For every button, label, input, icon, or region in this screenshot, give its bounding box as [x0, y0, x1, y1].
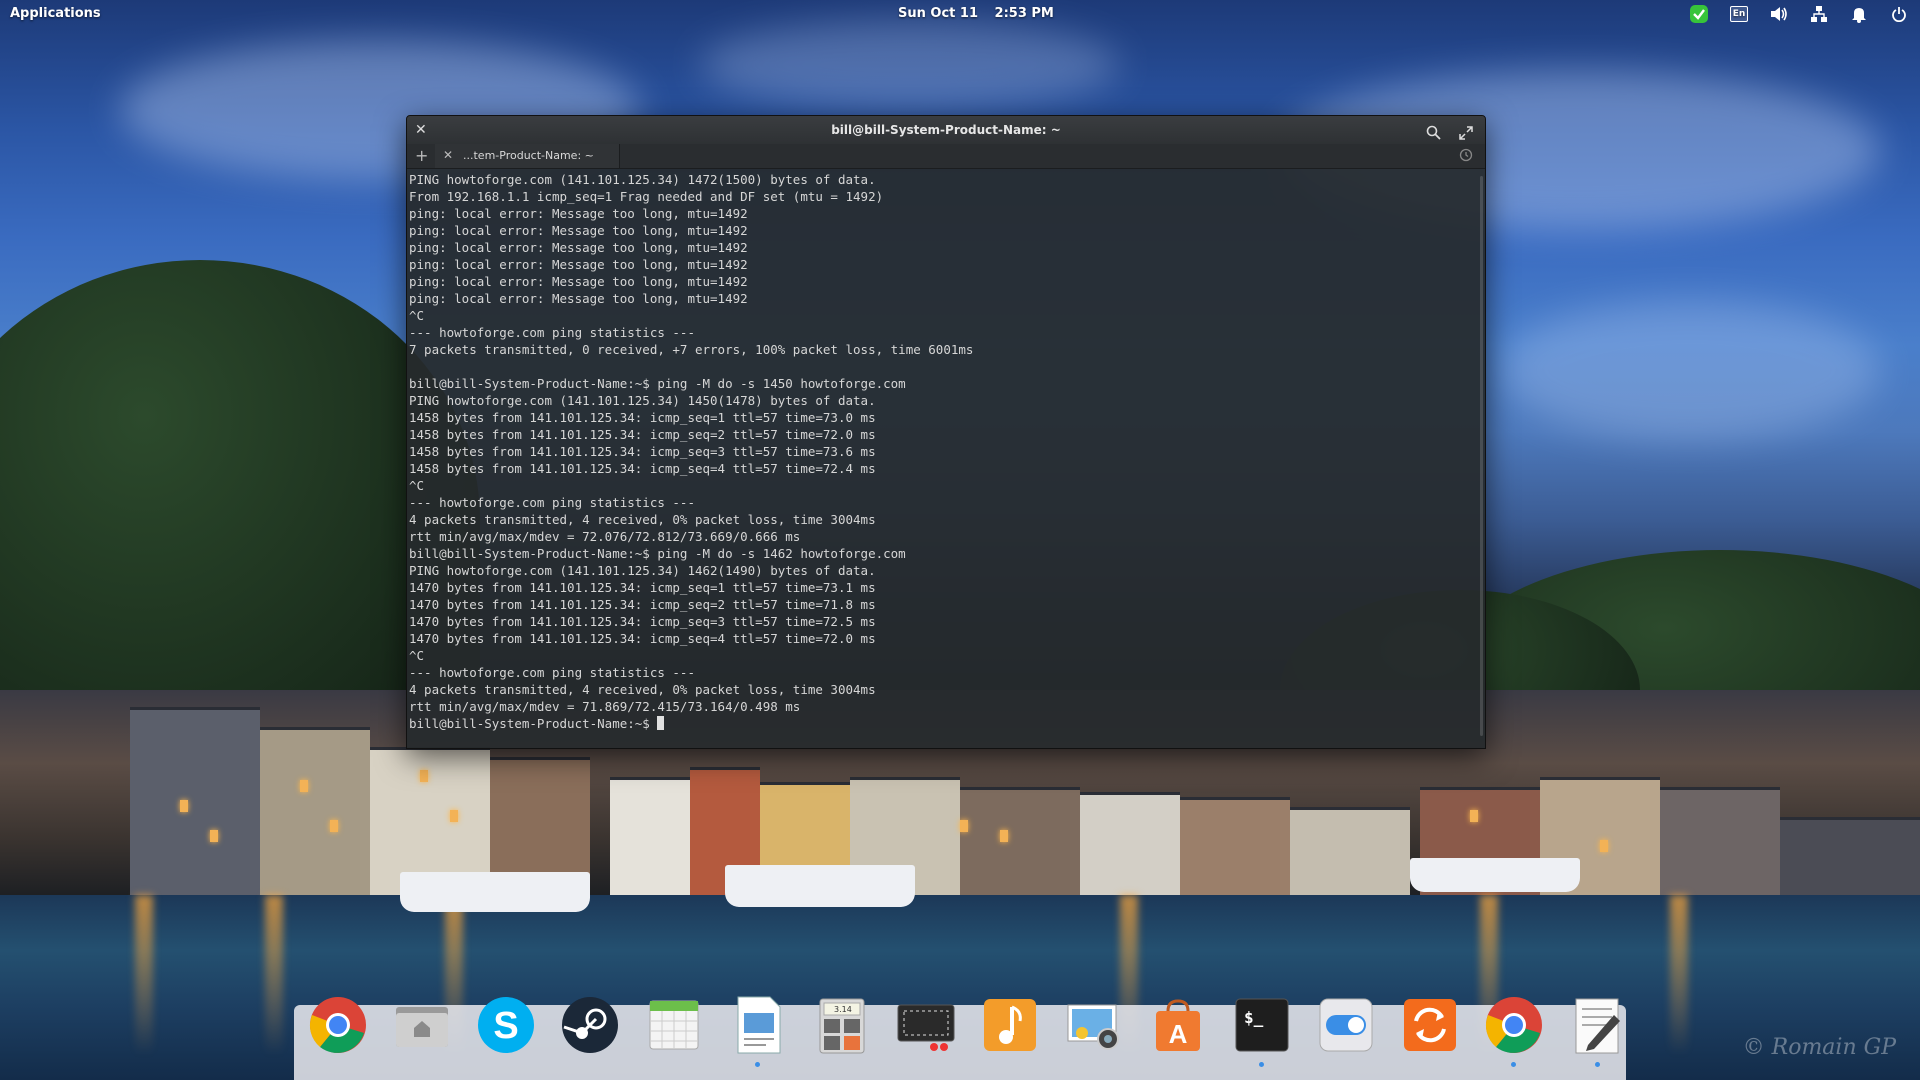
steam-icon: [562, 997, 618, 1053]
building: [130, 707, 260, 900]
window-light: [210, 830, 218, 842]
volume-icon[interactable]: [1768, 4, 1790, 24]
dock-item-music[interactable]: [978, 993, 1042, 1063]
building: [1780, 817, 1920, 900]
desktop: © Romain GP Applications Sun Oct 11 2:53…: [0, 0, 1920, 1080]
dock-item-switchboard[interactable]: [1314, 993, 1378, 1063]
building: [260, 727, 370, 900]
close-window-button[interactable]: ✕: [415, 116, 427, 144]
window-light: [450, 810, 458, 822]
dock-item-software-update[interactable]: [1398, 993, 1462, 1063]
svg-text:$_: $_: [1244, 1008, 1264, 1027]
window-light: [420, 770, 428, 782]
calculator-display: 3.14: [834, 1005, 852, 1014]
building: [610, 777, 690, 900]
building: [1180, 797, 1290, 900]
boat: [400, 872, 590, 912]
dock-item-chrome[interactable]: [306, 993, 370, 1063]
window-light: [1600, 840, 1608, 852]
network-icon[interactable]: [1808, 4, 1830, 24]
terminal-prompt: bill@bill-System-Product-Name:~$: [409, 716, 658, 731]
clock[interactable]: Sun Oct 11 2:53 PM: [898, 6, 1054, 21]
svg-text:S: S: [493, 1005, 518, 1047]
terminal-cursor: [657, 716, 665, 730]
chrome-icon: [1485, 997, 1542, 1053]
terminal-window[interactable]: ✕ bill@bill-System-Product-Name: ~ + ✕ .…: [406, 115, 1486, 749]
dock-item-calendar[interactable]: [642, 993, 706, 1063]
applications-menu[interactable]: Applications: [10, 6, 101, 21]
chrome-icon: [309, 997, 366, 1053]
window-light: [330, 820, 338, 832]
wallpaper-cloud: [1500, 300, 1880, 440]
power-icon[interactable]: [1888, 4, 1910, 24]
tab-bar: + ✕ ...tem-Product-Name: ~: [407, 144, 1485, 169]
dock-item-terminal[interactable]: $_: [1230, 993, 1294, 1067]
boat: [1410, 858, 1580, 892]
screenshot-icon: [897, 1004, 955, 1051]
photos-icon: [1067, 1004, 1119, 1050]
svg-text:A: A: [1169, 1019, 1188, 1049]
dock-item-screenshot[interactable]: [894, 993, 958, 1063]
running-indicator: [1259, 1062, 1264, 1067]
clock-date: Sun Oct 11: [898, 6, 978, 21]
terminal-scrollbar[interactable]: [1480, 176, 1483, 736]
terminal-tab[interactable]: ✕ ...tem-Product-Name: ~: [435, 144, 620, 168]
building: [1290, 807, 1410, 900]
files-icon: [396, 1007, 448, 1047]
light-reflection: [1670, 895, 1688, 1055]
app-center-icon: A: [1156, 999, 1200, 1051]
dock-item-app-center[interactable]: A: [1146, 993, 1210, 1063]
wallpaper-signature: © Romain GP: [1742, 1035, 1896, 1060]
building: [1080, 792, 1180, 900]
window-light: [1000, 830, 1008, 842]
window-titlebar[interactable]: ✕ bill@bill-System-Product-Name: ~: [407, 116, 1485, 144]
dock: S 3.14 A $_: [294, 996, 1626, 1080]
building: [1660, 787, 1780, 900]
dock-item-skype[interactable]: S: [474, 993, 538, 1063]
terminal-output-text: PING howtoforge.com (141.101.125.34) 147…: [409, 172, 974, 714]
window-title: bill@bill-System-Product-Name: ~: [831, 123, 1061, 137]
history-icon[interactable]: [1459, 148, 1473, 165]
wallpaper-cloud: [700, 20, 1120, 110]
running-indicator: [1511, 1062, 1516, 1067]
document-viewer-icon: [737, 996, 781, 1054]
new-tab-button[interactable]: +: [415, 146, 428, 165]
text-editor-icon: [1575, 998, 1620, 1054]
close-tab-icon[interactable]: ✕: [443, 148, 453, 162]
update-check-icon[interactable]: [1688, 4, 1710, 24]
dock-item-text-editor[interactable]: [1566, 993, 1630, 1067]
building: [960, 787, 1080, 900]
dock-item-calculator[interactable]: 3.14: [810, 993, 874, 1063]
dock-item-document-viewer[interactable]: [726, 993, 790, 1067]
window-light: [960, 820, 968, 832]
dock-item-chrome-window[interactable]: [1482, 993, 1546, 1067]
window-light: [300, 780, 308, 792]
terminal-icon: $_: [1235, 998, 1289, 1052]
software-update-icon: [1404, 999, 1456, 1051]
light-reflection: [265, 895, 283, 1055]
light-reflection: [135, 895, 153, 1055]
window-light: [180, 800, 188, 812]
dock-item-steam[interactable]: [558, 993, 622, 1063]
keyboard-layout-label: En: [1730, 6, 1748, 22]
music-icon: [984, 999, 1036, 1051]
skype-icon: S: [478, 997, 534, 1053]
dock-item-photos[interactable]: [1062, 993, 1126, 1063]
top-panel: Applications Sun Oct 11 2:53 PM En: [0, 0, 1920, 28]
clock-time: 2:53 PM: [994, 6, 1054, 21]
window-light: [1470, 810, 1478, 822]
notifications-icon[interactable]: [1848, 4, 1870, 24]
calendar-icon: [649, 1000, 699, 1050]
tab-label: ...tem-Product-Name: ~: [463, 149, 594, 162]
keyboard-layout-icon[interactable]: En: [1728, 4, 1750, 24]
dock-item-files[interactable]: [390, 993, 454, 1063]
calculator-icon: [819, 998, 865, 1054]
running-indicator: [1595, 1062, 1600, 1067]
boat: [725, 865, 915, 907]
terminal-output[interactable]: PING howtoforge.com (141.101.125.34) 147…: [407, 169, 1485, 732]
running-indicator: [755, 1062, 760, 1067]
switchboard-icon: [1319, 998, 1373, 1052]
